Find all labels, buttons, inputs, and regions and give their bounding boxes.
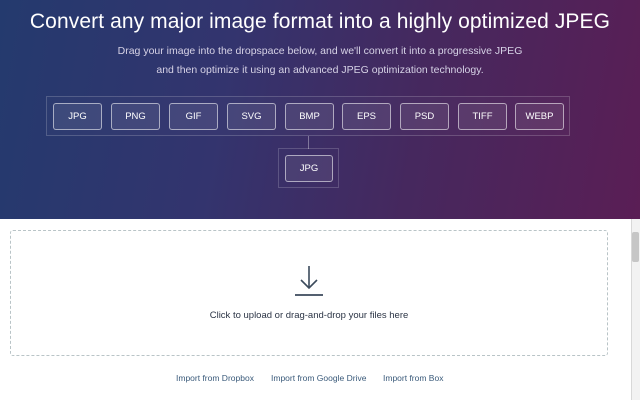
format-button-webp[interactable]: WEBP [515, 103, 564, 130]
format-button-eps[interactable]: EPS [342, 103, 391, 130]
format-button-gif[interactable]: GIF [169, 103, 218, 130]
hero-subtitle-line-1: Drag your image into the dropspace below… [117, 45, 523, 57]
format-button-psd[interactable]: PSD [400, 103, 449, 130]
page-title: Convert any major image format into a hi… [29, 10, 611, 33]
format-button-tiff[interactable]: TIFF [458, 103, 507, 130]
dropzone-instruction[interactable]: Click to upload or drag-and-drop your fi… [0, 310, 618, 321]
format-button-png[interactable]: PNG [111, 103, 160, 130]
output-format-button-jpg[interactable]: JPG [285, 155, 333, 182]
import-google-drive-link[interactable]: Import from Google Drive [271, 373, 366, 383]
download-icon [295, 266, 323, 296]
format-button-jpg[interactable]: JPG [53, 103, 102, 130]
import-dropbox-link[interactable]: Import from Dropbox [176, 373, 254, 383]
hero-subtitle-line-2: and then optimize it using an advanced J… [156, 64, 484, 76]
app-window: Convert any major image format into a hi… [0, 0, 640, 400]
scrollbar-thumb[interactable] [632, 232, 639, 262]
import-box-link[interactable]: Import from Box [383, 373, 443, 383]
format-button-bmp[interactable]: BMP [285, 103, 334, 130]
format-button-svg[interactable]: SVG [227, 103, 276, 130]
